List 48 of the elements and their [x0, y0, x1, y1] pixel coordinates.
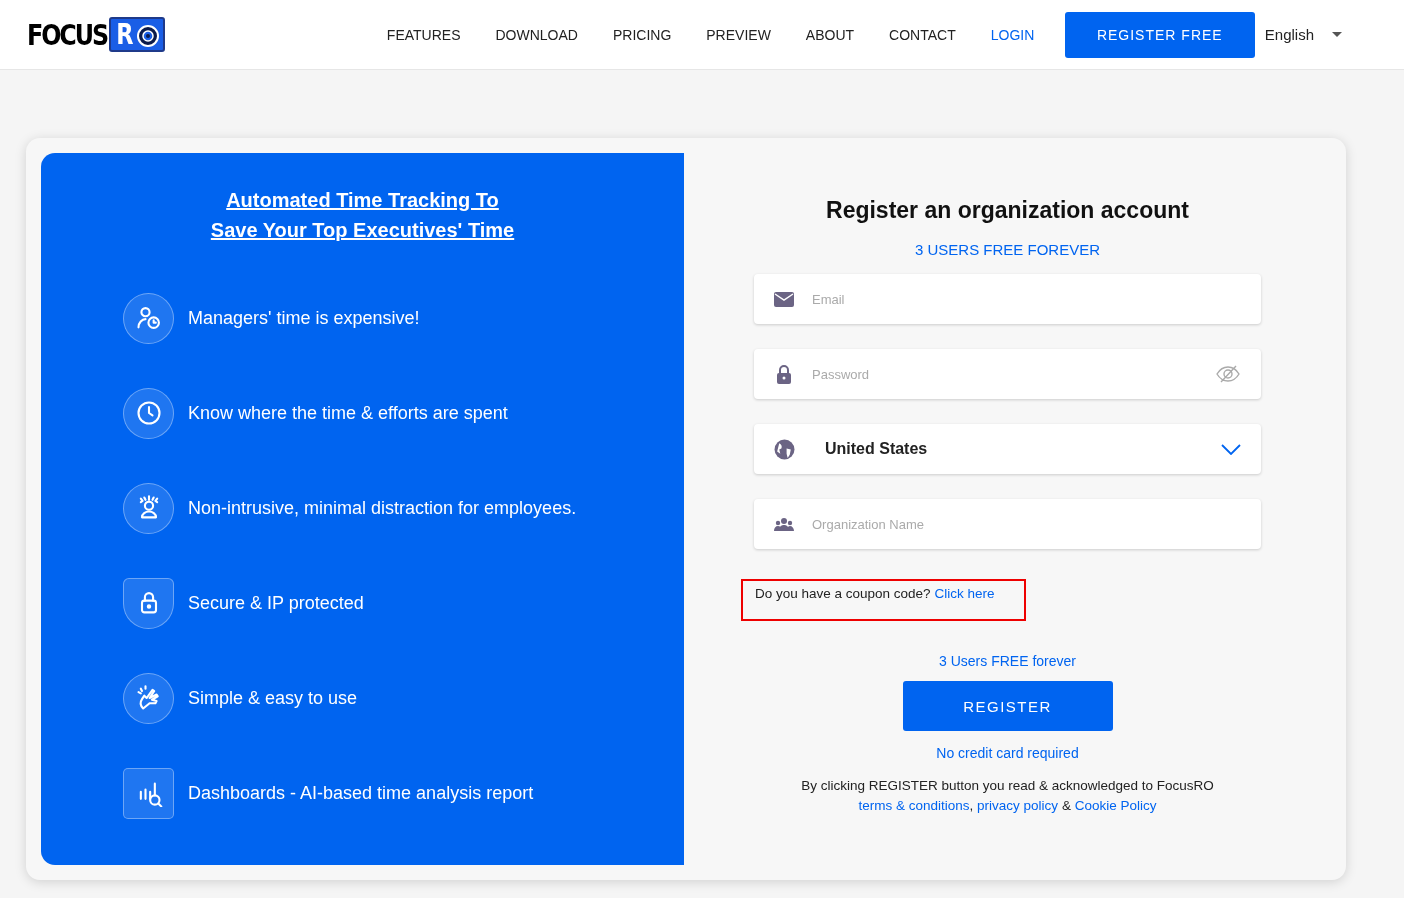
person-clock-icon — [123, 292, 174, 344]
eye-slash-icon[interactable] — [1215, 364, 1241, 384]
promo-title[interactable]: Automated Time Tracking To Save Your Top Executives' Time — [41, 185, 684, 245]
nav-link[interactable]: LOGIN — [990, 26, 1035, 43]
feature-text: Secure & IP protected — [188, 592, 364, 614]
organization-field[interactable]: Organization Name — [754, 499, 1261, 549]
register-button[interactable]: REGISTER — [902, 681, 1113, 731]
nav-link[interactable]: ABOUT — [805, 26, 855, 43]
chevron-down-icon — [1221, 443, 1241, 455]
logo-badge: R — [108, 17, 166, 52]
nav-link[interactable]: FEATURES — [386, 26, 461, 43]
password-field[interactable]: Password — [754, 349, 1261, 399]
nav-link[interactable]: PREVIEW — [706, 26, 771, 43]
feature-text: Managers' time is expensive! — [188, 307, 420, 329]
form-title: Register an organization account — [826, 197, 1189, 224]
logo-text: FOCUS — [27, 17, 108, 52]
email-field[interactable]: Email — [754, 274, 1261, 324]
organization-input[interactable]: Organization Name — [810, 515, 1241, 533]
nav-link[interactable]: DOWNLOAD — [495, 26, 578, 43]
cookie-link[interactable]: Cookie Policy — [1074, 798, 1157, 813]
feature-text: Dashboards - AI-based time analysis report — [188, 782, 534, 804]
coupon-prompt: Do you have a coupon code? Click here — [741, 579, 1026, 621]
chart-magnifier-icon — [123, 767, 174, 819]
no-credit-card-note: No credit card required — [936, 745, 1079, 761]
people-icon — [774, 517, 794, 531]
padlock-icon — [123, 577, 174, 629]
consent-text: By clicking REGISTER button you read & acknowledged to FocusRO terms & conditions, privacy policy & Cookie Policy — [800, 777, 1215, 815]
country-select[interactable]: United States — [754, 424, 1261, 474]
feature-text: Simple & easy to use — [188, 687, 358, 709]
language-select[interactable]: English — [1264, 26, 1342, 43]
coupon-link[interactable]: Click here — [934, 586, 995, 601]
email-input[interactable]: Email — [810, 290, 1241, 308]
padlock-icon — [774, 364, 794, 384]
nav-link[interactable]: CONTACT — [889, 26, 956, 43]
terms-link[interactable]: terms & conditions — [858, 798, 970, 813]
envelope-icon — [774, 291, 794, 307]
caret-icon — [1332, 32, 1342, 37]
clock-icon — [123, 387, 174, 439]
privacy-link[interactable]: privacy policy — [977, 798, 1059, 813]
nav-link[interactable]: PRICING — [612, 26, 672, 43]
free-users-note: 3 Users FREE forever — [939, 653, 1076, 669]
stressed-person-icon — [123, 482, 174, 534]
password-input[interactable]: Password — [810, 365, 1199, 383]
globe-icon — [774, 438, 795, 460]
feature-text: Know where the time & efforts are spent — [188, 402, 508, 424]
feature-text: Non-intrusive, minimal distraction for employees. — [188, 497, 577, 519]
register-free-button[interactable]: REGISTER FREE — [1064, 11, 1255, 58]
form-subtitle: 3 USERS FREE FOREVER — [914, 241, 1100, 258]
